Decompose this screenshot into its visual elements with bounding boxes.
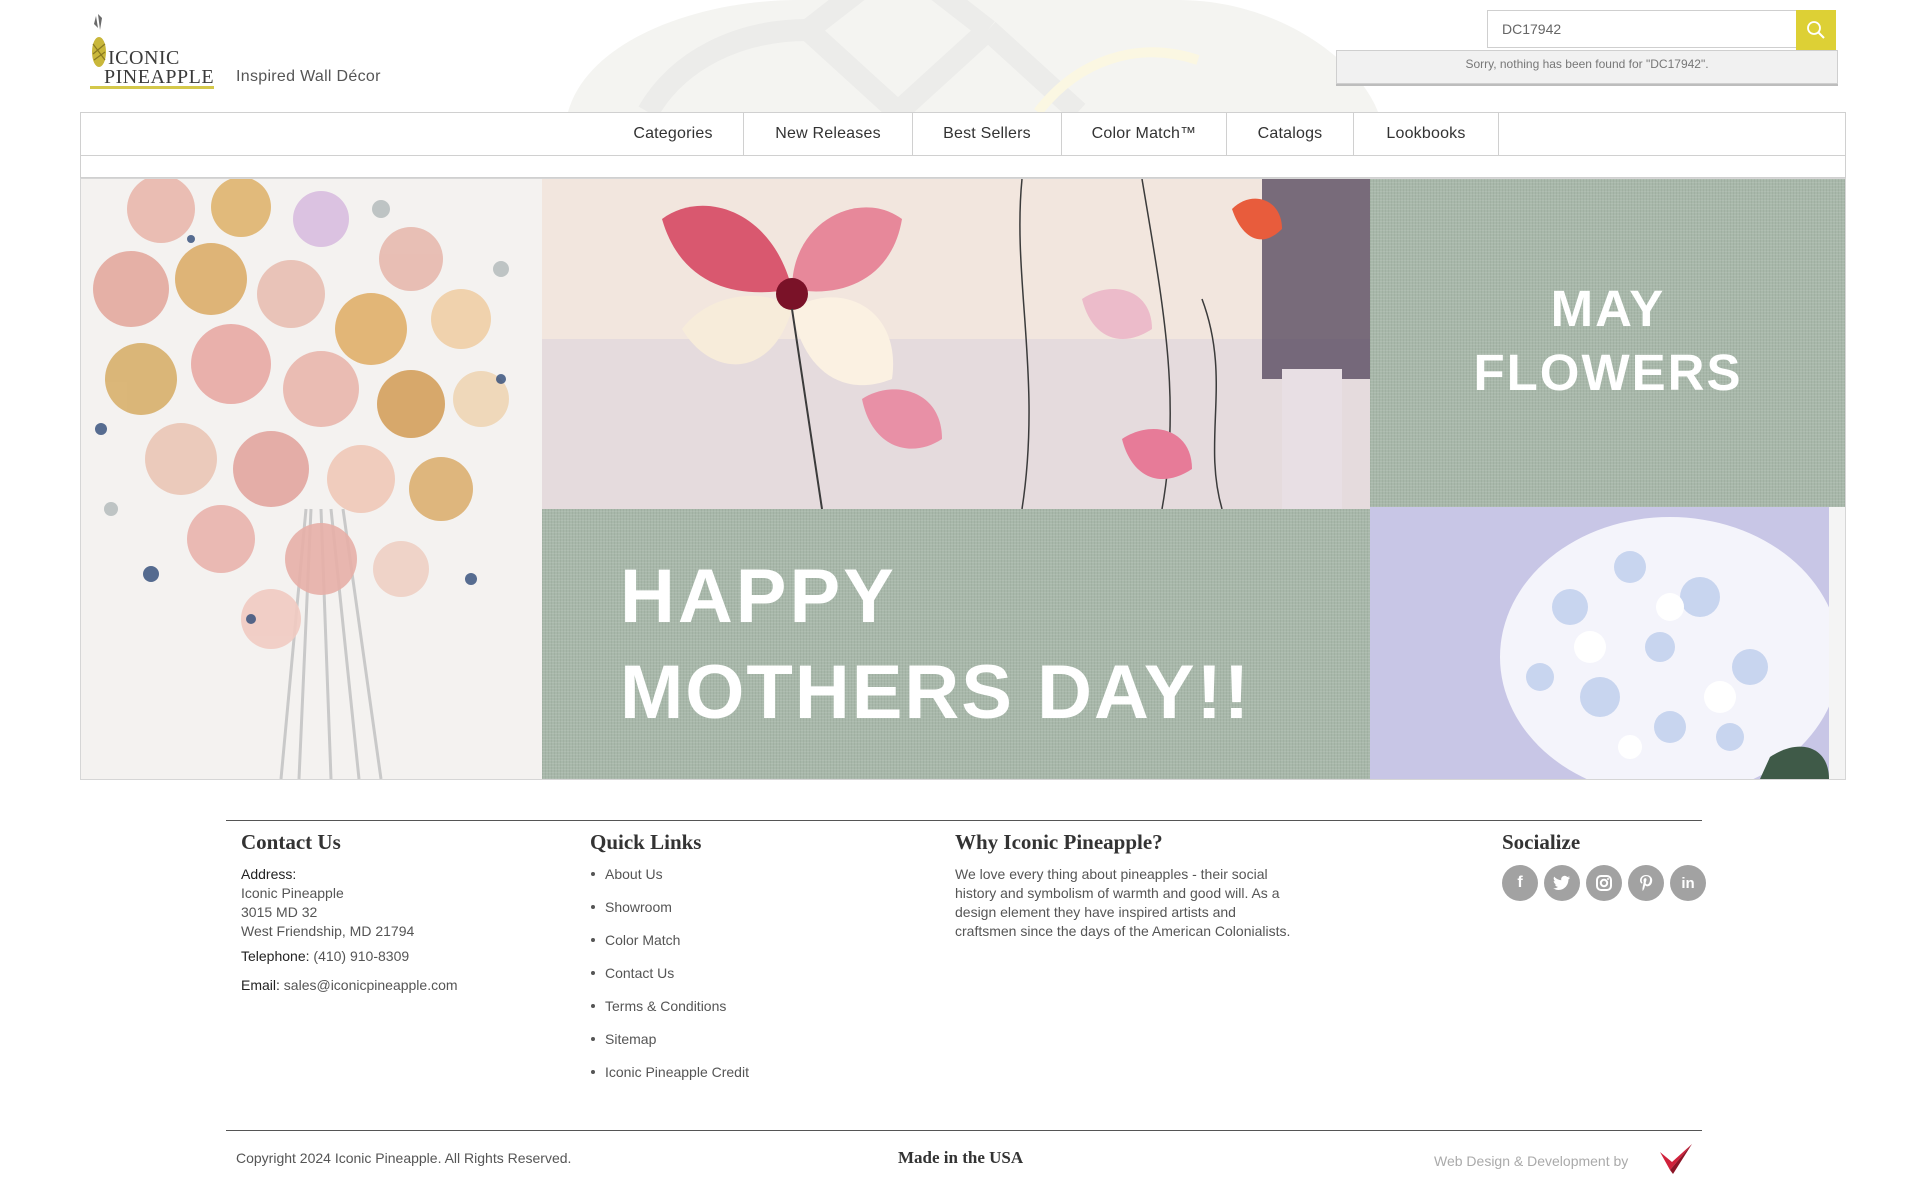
may-flowers-line2: FLOWERS <box>1473 344 1743 401</box>
twitter-icon[interactable] <box>1544 865 1580 901</box>
poppy-painting-image <box>542 179 1370 509</box>
contact-email: Email: sales@iconicpineapple.com <box>241 976 561 995</box>
address-line-1: Iconic Pineapple <box>241 885 344 901</box>
footer-quick-links: Quick Links About Us Showroom Color Matc… <box>590 830 850 1096</box>
nav-submenu-strip <box>80 156 1846 178</box>
facebook-icon[interactable]: f <box>1502 865 1538 901</box>
quick-link-color-match[interactable]: Color Match <box>590 931 850 964</box>
site-header: ICONIC PINEAPPLE Inspired Wall Décor Sor… <box>0 0 1920 112</box>
footer-why: Why Iconic Pineapple? We love every thin… <box>955 830 1295 941</box>
linkedin-icon[interactable]: in <box>1670 865 1706 901</box>
quick-link-credit[interactable]: Iconic Pineapple Credit <box>590 1063 850 1096</box>
may-flowers-panel: MAY FLOWERS <box>1370 179 1845 507</box>
quick-link-label[interactable]: Sitemap <box>605 1031 656 1047</box>
mothers-day-panel: HAPPY MOTHERS DAY!! <box>542 509 1370 779</box>
may-flowers-line1: MAY <box>1550 280 1666 337</box>
address-line-2: 3015 MD 32 <box>241 904 318 920</box>
email-link[interactable]: sales@iconicpineapple.com <box>284 977 458 993</box>
quick-links-list: About Us Showroom Color Match Contact Us… <box>590 865 850 1096</box>
may-flowers-heading: MAY FLOWERS <box>1370 277 1845 405</box>
quick-link-label[interactable]: Contact Us <box>605 965 674 981</box>
nav-items: Categories New Releases Best Sellers Col… <box>603 113 1499 155</box>
nav-item-new-releases[interactable]: New Releases <box>744 113 913 155</box>
quick-link-label[interactable]: Terms & Conditions <box>605 998 726 1014</box>
made-in-usa-text: Made in the USA <box>898 1148 1024 1167</box>
footer-divider-bottom <box>226 1130 1702 1131</box>
contact-address: Address: Iconic Pineapple 3015 MD 32 Wes… <box>241 865 561 995</box>
why-heading: Why Iconic Pineapple? <box>955 830 1163 854</box>
address-line-3: West Friendship, MD 21794 <box>241 923 415 939</box>
nav-item-best-sellers[interactable]: Best Sellers <box>913 113 1062 155</box>
mothers-day-line1: HAPPY <box>620 554 897 639</box>
logo-underline <box>90 86 214 89</box>
address-label: Address: <box>241 866 297 882</box>
telephone-label: Telephone: <box>241 948 310 964</box>
nav-item-catalogs[interactable]: Catalogs <box>1227 113 1354 155</box>
email-label: Email: <box>241 977 280 993</box>
hydrangea-painting-image <box>1370 507 1829 779</box>
quick-link-label[interactable]: Iconic Pineapple Credit <box>605 1064 749 1080</box>
why-text: We love every thing about pineapples - t… <box>955 866 1291 939</box>
contact-heading: Contact Us <box>241 830 341 854</box>
search-icon <box>1807 21 1825 39</box>
quick-link-label[interactable]: About Us <box>605 866 663 882</box>
quick-link-showroom[interactable]: Showroom <box>590 898 850 931</box>
search-button[interactable] <box>1796 10 1836 50</box>
search-no-results-message: Sorry, nothing has been found for "DC179… <box>1465 57 1709 71</box>
contact-telephone: Telephone: (410) 910-8309 <box>241 947 561 966</box>
instagram-icon[interactable] <box>1586 865 1622 901</box>
web-design-credit-link[interactable]: Web Design & Development by <box>1434 1153 1628 1169</box>
quick-link-contact-us[interactable]: Contact Us <box>590 964 850 997</box>
hero-banner[interactable]: MAY FLOWERS HAPPY MOTHERS DAY!! <box>80 178 1846 780</box>
socialize-heading: Socialize <box>1502 830 1581 854</box>
header-decorative-pattern <box>568 0 1378 112</box>
quick-links-heading: Quick Links <box>590 830 702 854</box>
developer-logo-icon[interactable] <box>1656 1140 1696 1180</box>
mothers-day-line2: MOTHERS DAY!! <box>620 650 1252 735</box>
pinterest-icon[interactable] <box>1628 865 1664 901</box>
footer-divider-top <box>226 820 1702 821</box>
social-icons-row: f in <box>1502 865 1722 901</box>
site-tagline: Inspired Wall Décor <box>236 68 381 85</box>
quick-link-label[interactable]: Color Match <box>605 932 680 948</box>
footer-socialize: Socialize f in <box>1502 830 1722 901</box>
quick-link-terms[interactable]: Terms & Conditions <box>590 997 850 1030</box>
copyright-text: Copyright 2024 Iconic Pineapple. All Rig… <box>236 1150 572 1166</box>
quick-link-about-us[interactable]: About Us <box>590 865 850 898</box>
quick-link-label[interactable]: Showroom <box>605 899 672 915</box>
footer-contact: Contact Us Address: Iconic Pineapple 301… <box>241 830 561 995</box>
nav-item-color-match[interactable]: Color Match™ <box>1062 113 1227 155</box>
main-navigation: Categories New Releases Best Sellers Col… <box>80 112 1846 156</box>
search-results-dropdown: Sorry, nothing has been found for "DC179… <box>1336 50 1838 84</box>
nav-item-categories[interactable]: Categories <box>603 113 744 155</box>
telephone-link[interactable]: (410) 910-8309 <box>313 948 409 964</box>
search-input[interactable] <box>1487 10 1796 48</box>
nav-item-lookbooks[interactable]: Lookbooks <box>1354 113 1499 155</box>
roses-painting-image <box>81 179 542 779</box>
quick-link-sitemap[interactable]: Sitemap <box>590 1030 850 1063</box>
